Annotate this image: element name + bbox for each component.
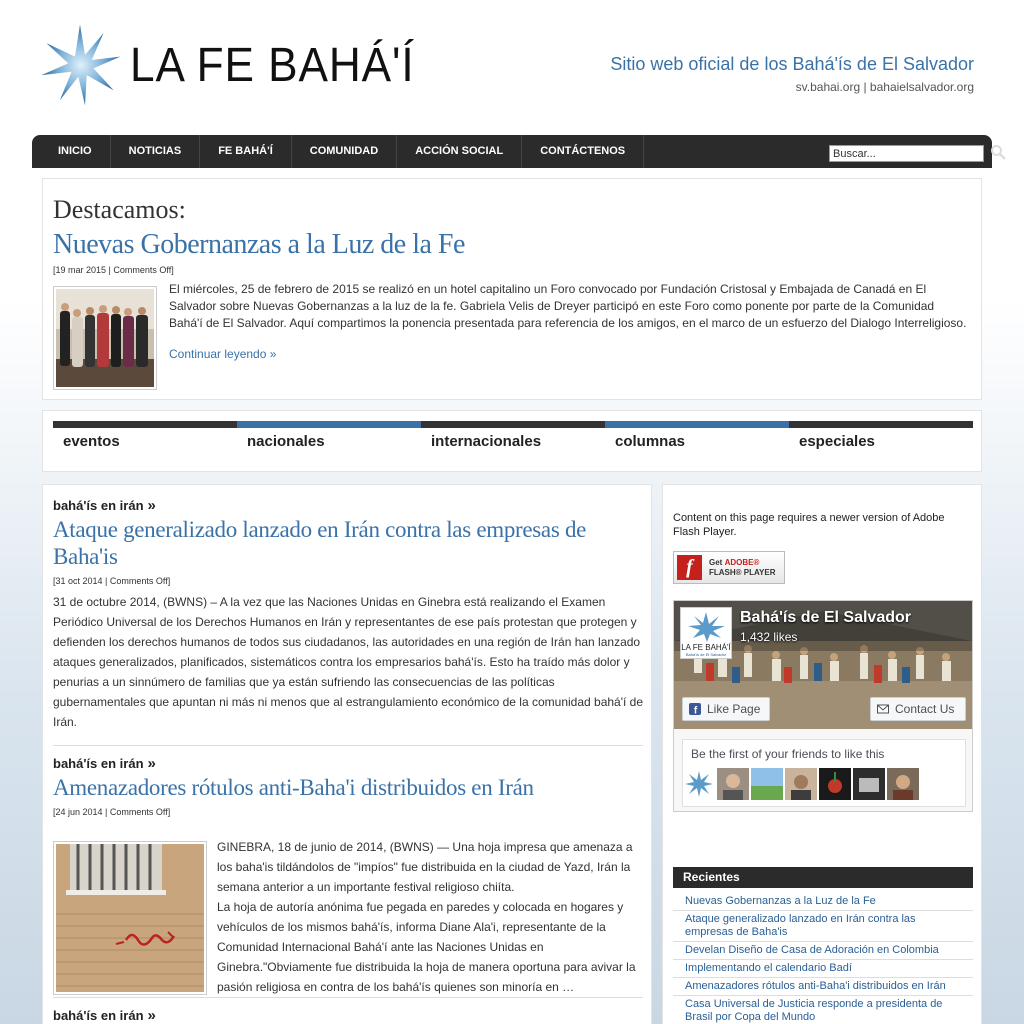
post-item: bahá'ís en irán» Ataque generalizado lan…: [53, 497, 643, 732]
post-meta: [31 oct 2014 | Comments Off]: [53, 576, 171, 586]
friend-avatar[interactable]: [717, 768, 749, 800]
svg-text:LA FE BAHÁ'Í: LA FE BAHÁ'Í: [681, 643, 731, 652]
nav-item-accion-social[interactable]: ACCIÓN SOCIAL: [397, 135, 523, 168]
post-meta: [24 jun 2014 | Comments Off]: [53, 807, 171, 817]
site-header: LA FE BAHÁ'Í Sitio web oficial de los Ba…: [0, 0, 1024, 135]
facebook-like-count: 1,432 likes: [740, 630, 798, 644]
featured-heading: Destacamos:: [53, 195, 186, 224]
facebook-page-name[interactable]: Bahá'ís de El Salvador: [740, 609, 911, 627]
recent-post-link[interactable]: Amenazadores rótulos anti-Baha'i distrib…: [673, 978, 973, 996]
nav-item-inicio[interactable]: INICIO: [32, 135, 111, 168]
featured-read-more-link[interactable]: Continuar leyendo »: [169, 347, 276, 361]
double-chevron-right-icon: »: [147, 755, 156, 772]
facebook-like-page-button[interactable]: f Like Page: [682, 697, 770, 721]
featured-post-thumbnail[interactable]: [53, 286, 157, 390]
facebook-friends-text: Be the first of your friends to like thi…: [691, 747, 885, 761]
facebook-page-widget: LA FE BAHÁ'Í Bahá'ís de El Salvador Bahá…: [673, 600, 973, 812]
post-body: 31 de octubre 2014, (BWNS) – A la vez qu…: [53, 595, 644, 729]
flash-required-message: Content on this page requires a newer ve…: [673, 512, 945, 538]
featured-section: Destacamos: Nuevas Gobernanzas a la Luz …: [42, 178, 982, 400]
search-icon[interactable]: [990, 144, 1006, 160]
friend-avatar[interactable]: [819, 768, 851, 800]
flash-button-line1: Get ADOBE®: [709, 558, 760, 567]
post-title[interactable]: Ataque generalizado lanzado en Irán cont…: [53, 516, 643, 570]
site-logo-text[interactable]: LA FE BAHÁ'Í: [130, 38, 415, 93]
tab-eventos[interactable]: eventos: [53, 421, 237, 461]
recent-post-link[interactable]: Develan Diseño de Casa de Adoración en C…: [673, 942, 973, 960]
recent-post-link[interactable]: Casa Universal de Justicia responde a pr…: [673, 996, 973, 1024]
post-category[interactable]: bahá'ís en irán»: [53, 497, 643, 514]
main-navigation: INICIO NOTICIAS FE BAHÁ'Í COMUNIDAD ACCI…: [32, 135, 1006, 168]
friend-avatar[interactable]: [853, 768, 885, 800]
wall-graffiti-image: [56, 844, 204, 992]
post-divider: [53, 997, 643, 998]
tab-especiales[interactable]: especiales: [789, 421, 973, 461]
post-category[interactable]: bahá'ís en irán»: [53, 755, 643, 772]
facebook-cover-photo[interactable]: LA FE BAHÁ'Í Bahá'ís de El Salvador Bahá…: [674, 601, 972, 729]
post-title[interactable]: Amenazadores rótulos anti-Baha'i distrib…: [53, 774, 643, 801]
post-item: bahá'ís en irán»: [53, 1007, 643, 1024]
post-item: bahá'ís en irán» Amenazadores rótulos an…: [53, 755, 643, 1005]
nav-item-contactenos[interactable]: CONTÁCTENOS: [522, 135, 645, 168]
facebook-f-icon: f: [689, 703, 701, 715]
featured-post-excerpt: El miércoles, 25 de febrero de 2015 se r…: [169, 282, 967, 330]
nav-item-fe-bahai[interactable]: FE BAHÁ'Í: [200, 135, 292, 168]
recent-posts-heading: Recientes: [673, 867, 973, 888]
adobe-flash-icon: f: [677, 555, 702, 580]
search-input[interactable]: [829, 145, 984, 162]
featured-post-title[interactable]: Nuevas Gobernanzas a la Luz de la Fe: [53, 229, 465, 261]
facebook-contact-us-button[interactable]: Contact Us: [870, 697, 966, 721]
tab-nacionales[interactable]: nacionales: [237, 421, 421, 461]
post-divider: [53, 745, 643, 746]
facebook-profile-picture[interactable]: LA FE BAHÁ'Í Bahá'ís de El Salvador: [680, 607, 732, 659]
recent-post-link[interactable]: Nuevas Gobernanzas a la Luz de la Fe: [673, 893, 973, 911]
envelope-icon: [877, 704, 889, 714]
category-tabs: eventos nacionales internacionales colum…: [42, 410, 982, 472]
featured-post-meta: [19 mar 2015 | Comments Off]: [53, 265, 174, 275]
nav-item-comunidad[interactable]: COMUNIDAD: [292, 135, 398, 168]
friend-avatar[interactable]: [785, 768, 817, 800]
site-urls: sv.bahai.org | bahaielsalvador.org: [795, 80, 974, 94]
main-column: bahá'ís en irán» Ataque generalizado lan…: [42, 484, 652, 1024]
tab-internacionales[interactable]: internacionales: [421, 421, 605, 461]
site-tagline: Sitio web oficial de los Bahá'ís de El S…: [610, 54, 974, 74]
svg-text:Bahá'ís de El Salvador: Bahá'ís de El Salvador: [686, 652, 727, 657]
tab-columnas[interactable]: columnas: [605, 421, 789, 461]
featured-photo-image: [56, 289, 154, 387]
friend-avatar[interactable]: [887, 768, 919, 800]
flash-button-line2: FLASH® PLAYER: [709, 568, 776, 577]
post-category[interactable]: bahá'ís en irán»: [53, 1007, 643, 1024]
post-body: GINEBRA, 18 de junio de 2014, (BWNS) — U…: [217, 840, 636, 994]
double-chevron-right-icon: »: [147, 1007, 156, 1024]
recent-post-link[interactable]: Implementando el calendario Badí: [673, 960, 973, 978]
post-thumbnail[interactable]: [53, 841, 207, 995]
nine-pointed-star-logo-icon[interactable]: [38, 22, 122, 108]
facebook-friends-box: Be the first of your friends to like thi…: [682, 739, 966, 807]
nav-item-noticias[interactable]: NOTICIAS: [111, 135, 201, 168]
sidebar: Content on this page requires a newer ve…: [662, 484, 982, 1024]
recent-post-link[interactable]: Ataque generalizado lanzado en Irán cont…: [673, 911, 973, 942]
get-flash-player-button[interactable]: f Get ADOBE® FLASH® PLAYER: [673, 551, 785, 584]
la-fe-bahai-logo-icon: LA FE BAHÁ'Í Bahá'ís de El Salvador: [681, 608, 732, 658]
double-chevron-right-icon: »: [147, 497, 156, 514]
recent-posts-list: Nuevas Gobernanzas a la Luz de la Fe Ata…: [673, 893, 973, 1024]
friend-avatar[interactable]: [751, 768, 783, 800]
friend-avatar[interactable]: [683, 768, 715, 800]
